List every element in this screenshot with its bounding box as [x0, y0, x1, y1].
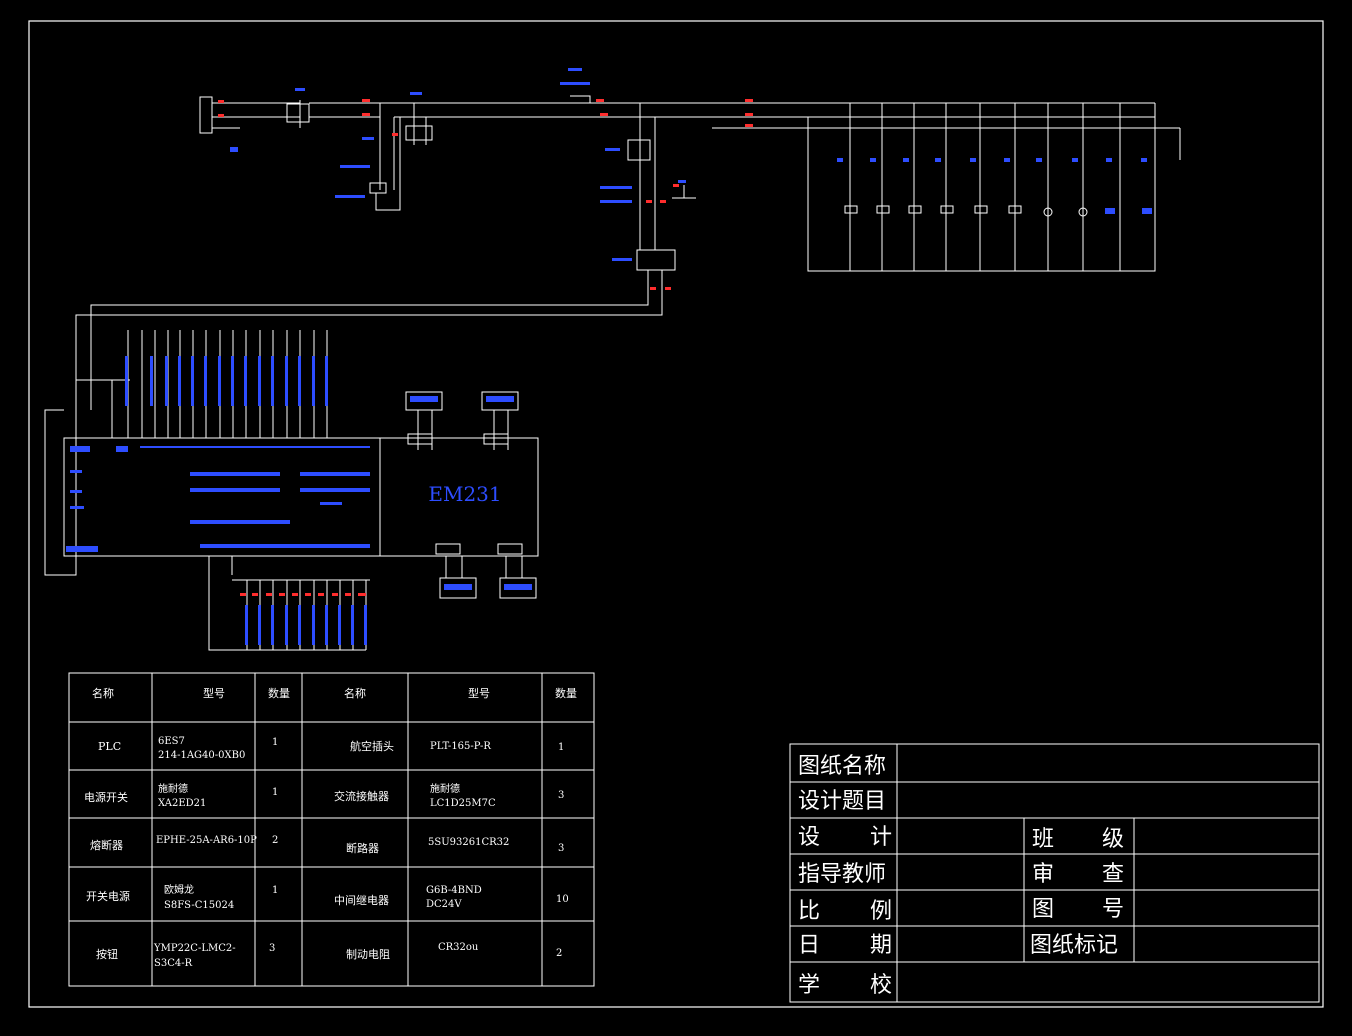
row2-model2-line1: 施耐德 [430, 782, 460, 795]
row2-model1-line2: XA2ED21 [158, 798, 206, 809]
drawing-name-label: 图纸名称 [798, 754, 886, 779]
row5-qty1: 3 [269, 943, 275, 954]
drawing-canvas: EM231 名称 型号 数量 名称 型号 数量 PLC 6ES7 214-1AG… [0, 0, 1352, 1032]
row4-model1-line1: 欧姆龙 [164, 883, 194, 896]
fuse-box [369, 182, 387, 194]
row3-qty2: 3 [558, 843, 564, 854]
row4-model2-line1: G6B-4BND [426, 885, 482, 896]
row1-name2: 航空插头 [350, 739, 394, 753]
row3-model1: EPHE-25A-AR6-10P [156, 835, 257, 846]
design-label: 设 计 [798, 825, 892, 850]
row2-name1: 电源开关 [84, 790, 128, 804]
row3-name1: 熔断器 [90, 838, 123, 852]
terminal-block [199, 96, 213, 134]
row3-qty1: 2 [272, 835, 278, 846]
row5-model2: CR32ou [438, 942, 479, 953]
row3-name2: 断路器 [346, 841, 379, 855]
date-label: 日 期 [798, 933, 892, 958]
row2-qty1: 1 [272, 787, 278, 798]
row2-qty2: 3 [558, 790, 564, 801]
row2-model2-line2: LC1D25M7C [430, 798, 496, 809]
row2-model1-line1: 施耐德 [158, 782, 188, 795]
scale-label: 比 例 [798, 899, 892, 924]
em231-label: EM231 [428, 482, 501, 506]
header-qty-1: 数量 [268, 687, 290, 700]
row4-name1: 开关电源 [86, 889, 130, 903]
outer-frame [28, 20, 1324, 1008]
header-name-2: 名称 [344, 686, 366, 700]
relay-coil [627, 139, 651, 161]
row4-model2-line2: DC24V [426, 899, 462, 910]
row2-name2: 交流接触器 [334, 789, 389, 803]
main-switch [286, 103, 310, 123]
row5-model1-line2: S3C4-R [154, 958, 193, 969]
row1-model2: PLT-165-P-R [430, 741, 491, 752]
design-topic-label: 设计题目 [798, 789, 886, 814]
breaker [405, 125, 433, 141]
power-circuit [44, 95, 1181, 576]
parts-table-text: 名称 型号 数量 名称 型号 数量 PLC 6ES7 214-1AG40-0XB… [84, 686, 577, 969]
row3-model2: 5SU93261CR32 [428, 837, 509, 848]
row5-qty2: 2 [556, 948, 562, 959]
header-model-1: 型号 [203, 686, 225, 700]
power-annotations [218, 68, 1152, 290]
class-label: 班 级 [1032, 827, 1124, 852]
title-block-text: 图纸名称 设计题目 设 计 班 级 指导教师 审 查 比 例 图 号 日 期 图… [798, 754, 1124, 998]
row1-model1-line2: 214-1AG40-0XB0 [158, 750, 245, 761]
switching-power-supply [636, 249, 676, 271]
row1-model1-line1: 6ES7 [158, 736, 185, 747]
row4-model1-line2: S8FS-C15024 [164, 900, 234, 911]
row4-qty2: 10 [556, 894, 569, 905]
school-label: 学 校 [798, 973, 892, 998]
row4-qty1: 1 [272, 885, 278, 896]
drawing-no-label: 图 号 [1032, 897, 1124, 922]
parts-table [68, 672, 595, 987]
schematic-sheet: EM231 名称 型号 数量 名称 型号 数量 PLC 6ES7 214-1AG… [28, 20, 1324, 1008]
row1-qty2: 1 [558, 742, 564, 753]
review-label: 审 查 [1032, 862, 1124, 887]
drawing-mark-label: 图纸标记 [1030, 933, 1118, 958]
row4-name2: 中间继电器 [334, 894, 389, 907]
header-model-2: 型号 [468, 686, 490, 700]
row1-qty1: 1 [272, 737, 278, 748]
header-name-1: 名称 [92, 686, 114, 700]
row5-name2: 制动电阻 [346, 948, 390, 961]
row5-model1-line1: YMP22C-LMC2- [153, 943, 236, 954]
instructor-label: 指导教师 [798, 862, 886, 887]
row5-name1: 按钮 [96, 947, 118, 961]
row1-name1: PLC [98, 740, 121, 753]
header-qty-2: 数量 [555, 687, 577, 700]
